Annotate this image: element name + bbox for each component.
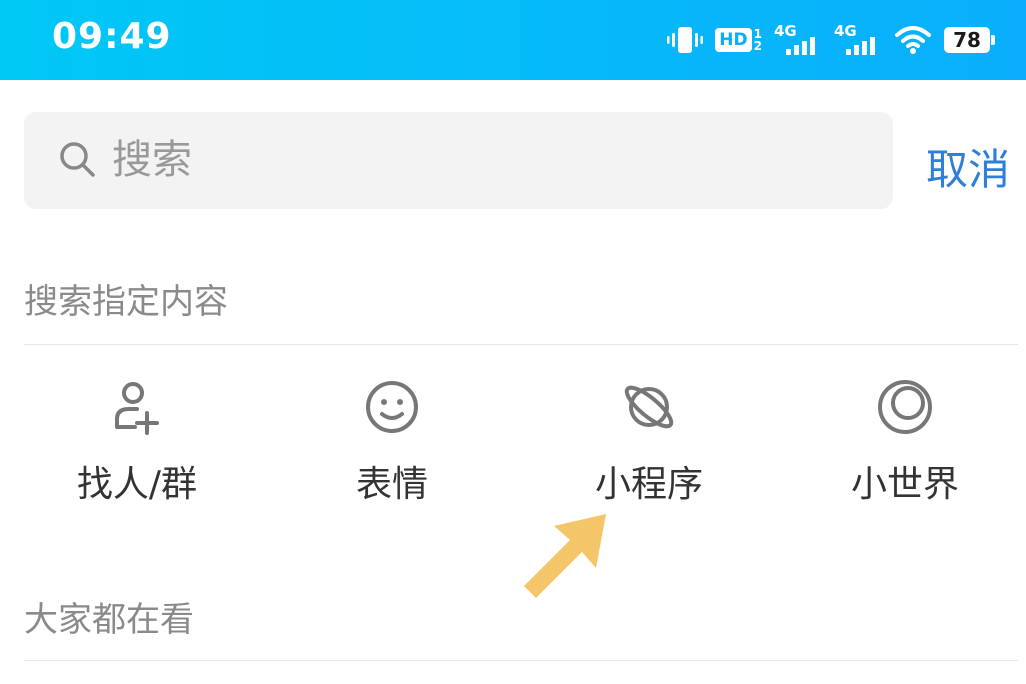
hd-icon: HD 1 2 [715, 28, 762, 52]
status-icons: HD 1 2 4G 4G 78 [667, 18, 995, 62]
battery-icon: 78 [944, 27, 995, 53]
signal-icon: 4G [774, 22, 822, 58]
search-box[interactable] [24, 112, 893, 209]
vibrate-icon [667, 27, 704, 53]
status-time: 09:49 [52, 16, 172, 57]
category-label: 找人/群 [76, 464, 198, 505]
category-stickers[interactable]: 表情 [302, 375, 482, 505]
category-label: 小世界 [850, 464, 959, 505]
category-mini-programs[interactable]: 小程序 [559, 375, 739, 505]
planet-icon [624, 385, 674, 429]
divider [24, 660, 1018, 661]
wifi-icon [895, 26, 931, 54]
battery-level: 78 [953, 28, 981, 52]
add-contact-icon [115, 382, 159, 435]
category-small-world[interactable]: 小世界 [815, 375, 995, 505]
divider [24, 344, 1018, 345]
cancel-button[interactable]: 取消 [926, 136, 1010, 197]
category-label: 表情 [355, 464, 428, 505]
pointer-arrow-icon [524, 514, 606, 598]
search-input[interactable] [112, 130, 872, 190]
status-bar: 09:49 HD 1 2 4G 4G 78 [0, 0, 1026, 80]
category-find-people[interactable]: 找人/群 [47, 375, 227, 505]
moon-circle-icon [878, 380, 932, 434]
search-icon [60, 142, 95, 177]
category-label: 小程序 [594, 464, 703, 505]
section-title-trending: 大家都在看 [24, 600, 194, 640]
section-title-specified: 搜索指定内容 [24, 282, 228, 322]
smiley-icon [366, 381, 418, 433]
signal-icon: 4G [834, 22, 882, 58]
